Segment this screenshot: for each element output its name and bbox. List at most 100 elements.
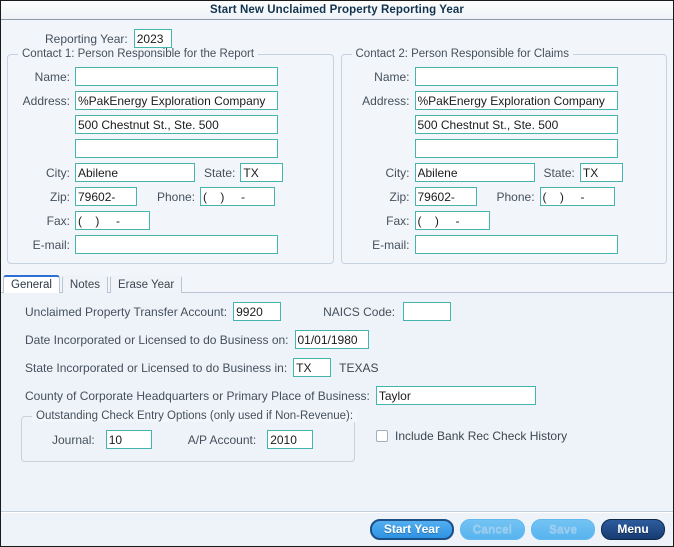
tab-strip: General Notes Erase Year — [1, 273, 673, 293]
contact2-address3-row — [352, 139, 657, 158]
contact2-zip-label: Zip: — [389, 189, 410, 204]
state-incorporated-name: TEXAS — [339, 360, 379, 375]
contact1-state-input[interactable] — [240, 163, 284, 182]
date-incorporated-label: Date Incorporated or Licensed to do Busi… — [25, 332, 289, 347]
outstanding-check-legend: Outstanding Check Entry Options (only us… — [32, 410, 358, 422]
contact2-address2-row — [352, 115, 657, 134]
reporting-year-input[interactable] — [133, 29, 172, 48]
contact2-city-input[interactable] — [414, 163, 535, 182]
contact2-address2-input[interactable] — [414, 115, 618, 134]
contact2-address3-input[interactable] — [414, 139, 618, 158]
journal-label: Journal: — [52, 432, 95, 447]
contact1-zip-input[interactable] — [75, 187, 137, 206]
contact2-state-label: State: — [543, 165, 575, 180]
tab-erase-year-label: Erase Year — [117, 279, 175, 291]
contact1-legend: Contact 1: Person Responsible for the Re… — [18, 48, 259, 60]
contact1-address1-row: Address: — [18, 91, 323, 110]
date-incorporated-input[interactable] — [294, 330, 369, 349]
contact1-fax-label: Fax: — [46, 213, 70, 228]
contact2-group: Contact 2: Person Responsible for Claims… — [340, 48, 667, 264]
save-button-label: Save — [548, 522, 578, 536]
tab-erase-year[interactable]: Erase Year — [109, 275, 183, 293]
contact1-zip-label: Zip: — [49, 189, 70, 204]
start-year-button-label: Start Year — [383, 522, 440, 536]
contact2-email-input[interactable] — [414, 235, 618, 254]
naics-code-input[interactable] — [403, 302, 452, 321]
include-bank-rec-label: Include Bank Rec Check History — [395, 429, 568, 443]
contact1-address2-input[interactable] — [75, 115, 278, 134]
contact2-address1-input[interactable] — [414, 91, 618, 110]
contact1-email-label: E-mail: — [32, 237, 70, 252]
state-incorporated-label: State Incorporated or Licensed to do Bus… — [25, 360, 288, 375]
contact2-zip-phone-row: Zip: Phone: — [352, 187, 657, 206]
include-bank-rec-checkbox[interactable] — [376, 430, 388, 442]
contact2-address-label: Address: — [362, 93, 410, 108]
contact1-address2-row — [18, 115, 323, 134]
transfer-account-row: Unclaimed Property Transfer Account: NAI… — [1, 302, 673, 321]
contact2-name-row: Name: — [352, 67, 657, 86]
ap-account-label: A/P Account: — [187, 432, 257, 447]
bottom-button-bar: Start Year Cancel Save Menu — [1, 511, 673, 546]
contact1-city-label: City: — [46, 165, 70, 180]
tab-general[interactable]: General — [3, 275, 60, 293]
save-button: Save — [531, 518, 595, 540]
reporting-year-label: Reporting Year: — [45, 31, 128, 46]
menu-button[interactable]: Menu — [601, 518, 665, 540]
contact2-city-state-row: City: State: — [352, 163, 657, 182]
contact1-state-label: State: — [204, 165, 236, 180]
contact1-fax-row: Fax: — [18, 211, 323, 230]
menu-button-label: Menu — [617, 522, 649, 536]
contact1-zip-phone-row: Zip: Phone: — [18, 187, 323, 206]
state-incorporated-row: State Incorporated or Licensed to do Bus… — [1, 358, 673, 377]
contact2-city-label: City: — [385, 165, 410, 180]
contact1-fax-input[interactable] — [75, 211, 150, 230]
contact1-address1-input[interactable] — [75, 91, 278, 110]
dialog-window: Start New Unclaimed Property Reporting Y… — [0, 0, 674, 547]
contact1-name-input[interactable] — [75, 67, 278, 86]
naics-code-label: NAICS Code: — [323, 304, 396, 319]
outstanding-check-wrap: Outstanding Check Entry Options (only us… — [1, 410, 673, 462]
contact1-address3-row — [18, 139, 323, 158]
outstanding-check-fields-row: Journal: A/P Account: — [32, 430, 344, 449]
journal-input[interactable] — [105, 430, 152, 449]
cancel-button-label: Cancel — [472, 522, 512, 536]
tab-notes[interactable]: Notes — [61, 275, 108, 293]
contact2-address1-row: Address: — [352, 91, 657, 110]
contact1-group: Contact 1: Person Responsible for the Re… — [7, 48, 334, 264]
transfer-account-input[interactable] — [233, 302, 282, 321]
contact2-phone-label: Phone: — [496, 189, 535, 204]
contact2-fax-row: Fax: — [352, 211, 657, 230]
contact2-fax-label: Fax: — [386, 213, 410, 228]
contact2-fax-input[interactable] — [414, 211, 490, 230]
county-row: County of Corporate Headquarters or Prim… — [1, 386, 673, 405]
ap-account-input[interactable] — [267, 430, 314, 449]
date-incorporated-row: Date Incorporated or Licensed to do Busi… — [1, 330, 673, 349]
contact2-email-row: E-mail: — [352, 235, 657, 254]
county-label: County of Corporate Headquarters or Prim… — [25, 388, 370, 403]
contact1-city-state-row: City: State: — [18, 163, 323, 182]
cancel-button: Cancel — [459, 518, 525, 540]
tab-general-label: General — [11, 279, 52, 291]
contact2-email-label: E-mail: — [372, 237, 410, 252]
window-title: Start New Unclaimed Property Reporting Y… — [210, 4, 464, 16]
include-bank-rec-row[interactable]: Include Bank Rec Check History — [376, 429, 567, 443]
contact2-zip-input[interactable] — [414, 187, 477, 206]
contact1-phone-input[interactable] — [200, 187, 276, 206]
contact1-name-label: Name: — [34, 69, 70, 84]
contact1-address-label: Address: — [22, 93, 70, 108]
transfer-account-label: Unclaimed Property Transfer Account: — [25, 304, 228, 319]
general-tab-panel: Unclaimed Property Transfer Account: NAI… — [1, 293, 673, 511]
start-year-button[interactable]: Start Year — [369, 518, 454, 540]
county-input[interactable] — [375, 386, 536, 405]
state-incorporated-input[interactable] — [293, 358, 332, 377]
contact1-email-input[interactable] — [75, 235, 278, 254]
contact1-city-input[interactable] — [75, 163, 195, 182]
outstanding-check-group: Outstanding Check Entry Options (only us… — [21, 410, 358, 462]
title-bar: Start New Unclaimed Property Reporting Y… — [1, 1, 673, 20]
top-form-region: Reporting Year: Contact 1: Person Respon… — [1, 20, 673, 293]
contact2-phone-input[interactable] — [539, 187, 615, 206]
contacts-row: Contact 1: Person Responsible for the Re… — [1, 48, 673, 264]
contact1-address3-input[interactable] — [75, 139, 278, 158]
contact2-state-input[interactable] — [579, 163, 623, 182]
contact2-name-input[interactable] — [414, 67, 618, 86]
